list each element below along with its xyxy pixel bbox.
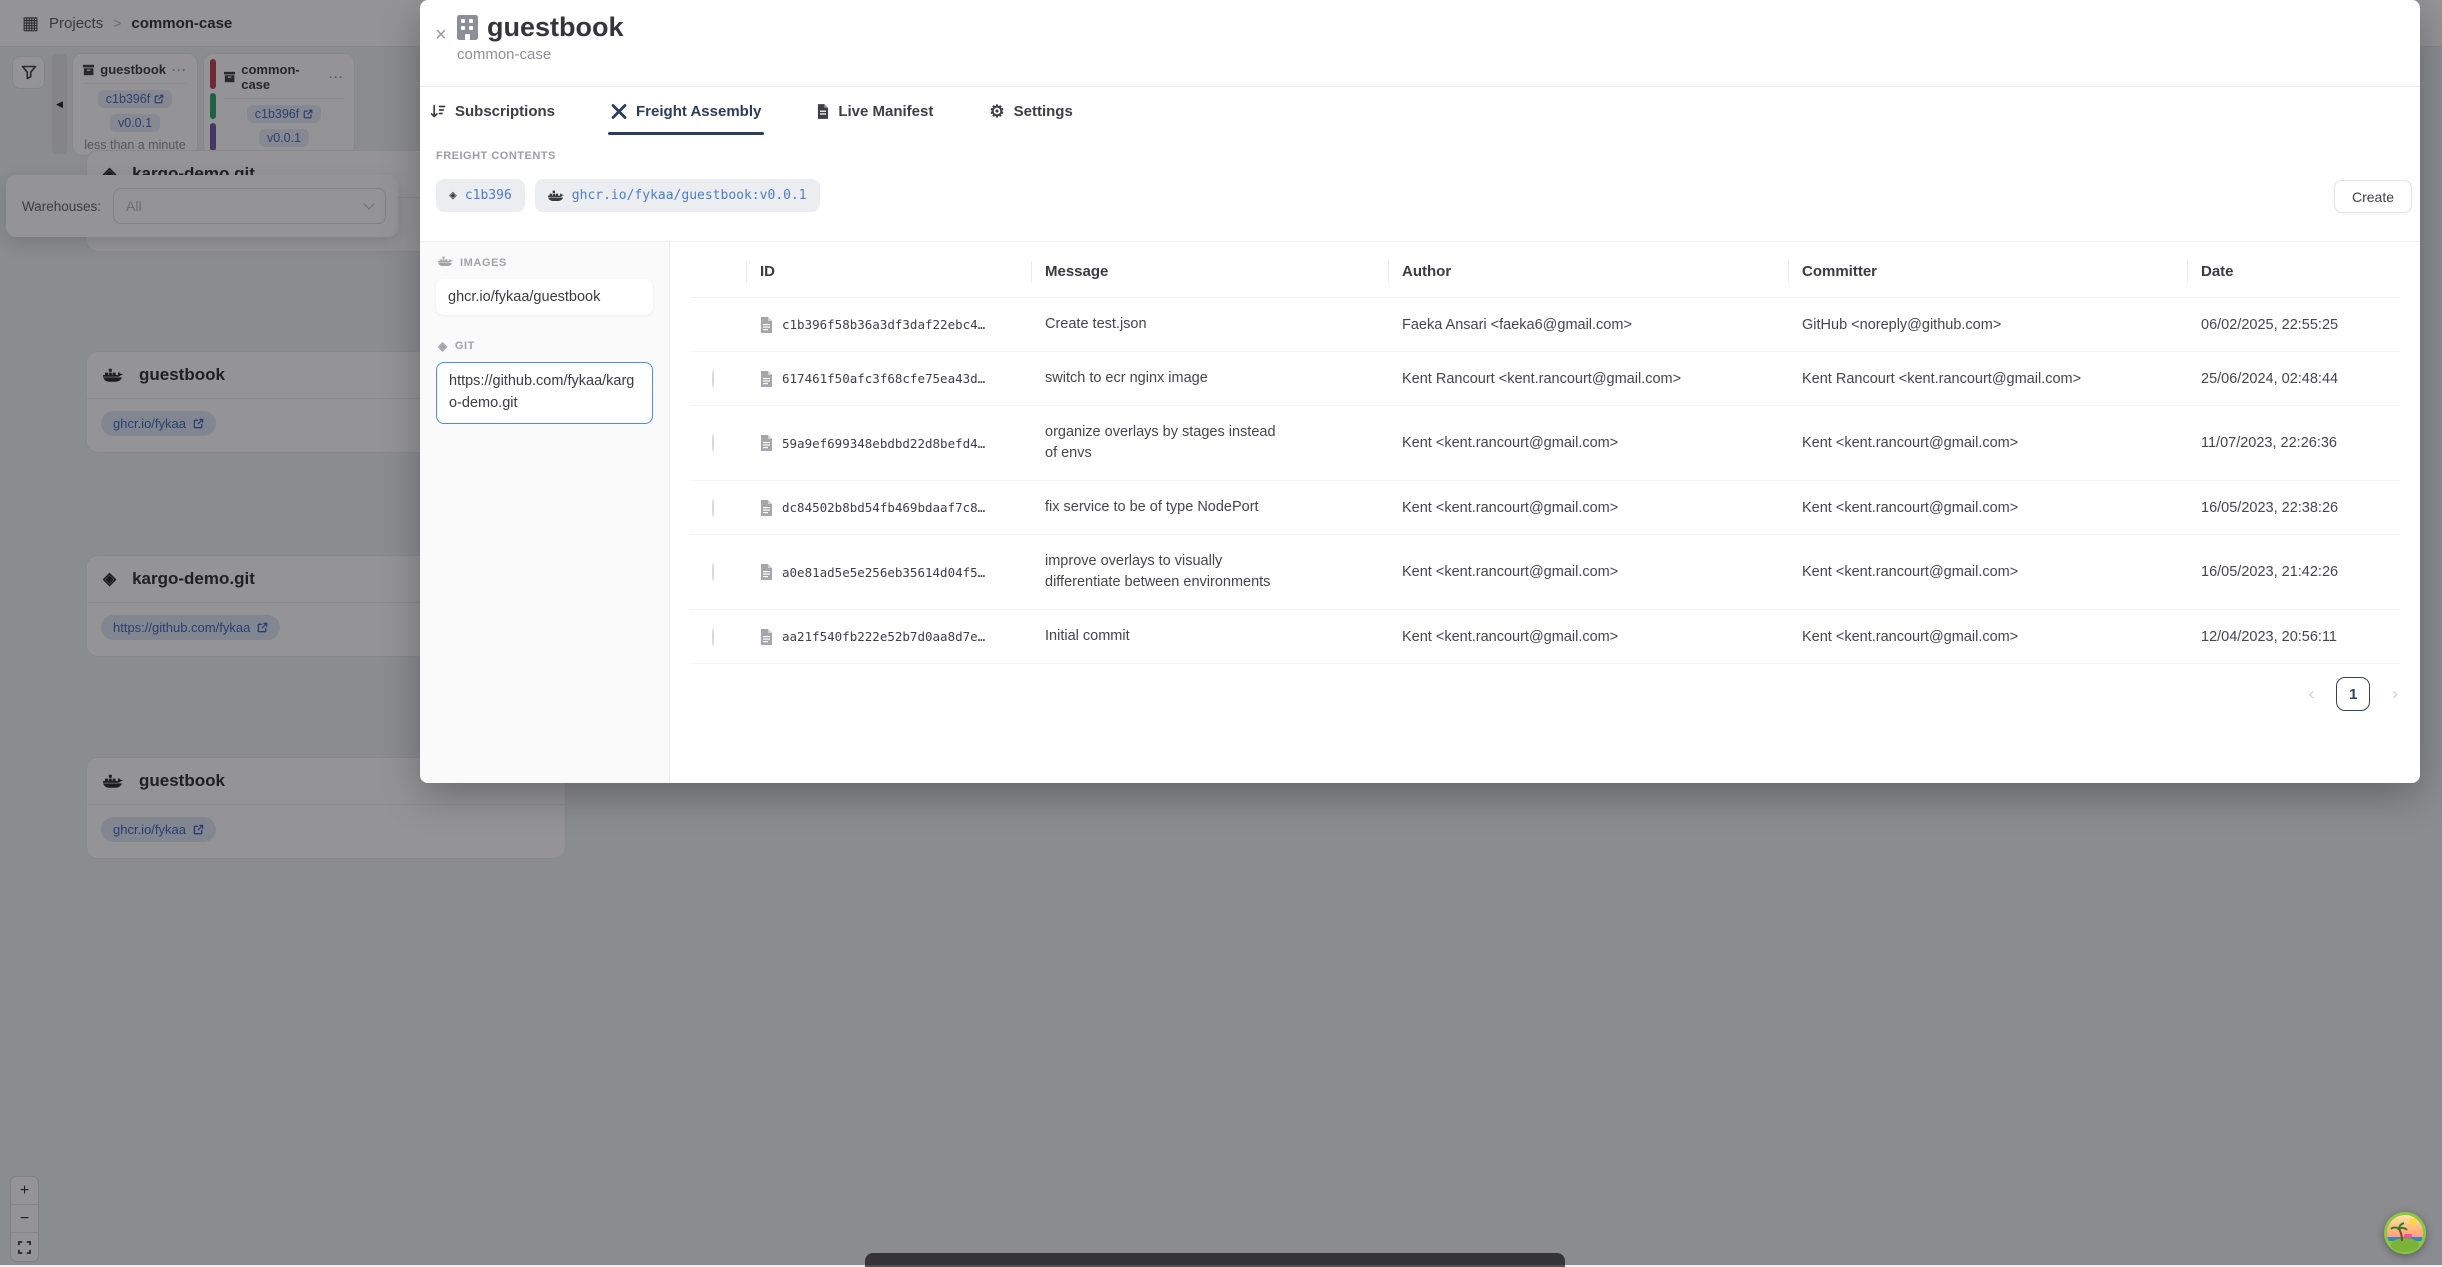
commit-date: 16/05/2023, 21:42:26: [2187, 535, 2400, 610]
commit-date: 06/02/2025, 22:55:25: [2187, 298, 2400, 352]
commit-committer: Kent <kent.rancourt@gmail.com>: [1788, 535, 2187, 610]
commit-message: fix service to be of type NodePort: [1045, 497, 1287, 518]
file-icon: [760, 371, 773, 387]
row-radio[interactable]: [712, 499, 714, 517]
tools-icon: [611, 104, 627, 119]
modal-title: guestbook: [487, 13, 624, 43]
commit-message: switch to ecr nginx image: [1045, 368, 1287, 389]
commit-date: 16/05/2023, 22:38:26: [2187, 481, 2400, 535]
commits-table-area: ID Message Author Committer Date c1b396f…: [670, 242, 2420, 783]
commit-id: 617461f50afc3f68cfe75ea43d…: [782, 371, 985, 386]
git-icon: ◈: [438, 339, 448, 353]
file-icon: [760, 629, 773, 645]
git-source-item-selected[interactable]: https://github.com/fykaa/kargo-demo.git: [436, 362, 653, 424]
commit-row[interactable]: c1b396f58b36a3df3daf22ebc4… Create test.…: [690, 298, 2400, 352]
commit-author: Kent Rancourt <kent.rancourt@gmail.com>: [1388, 352, 1788, 406]
docker-icon: [548, 190, 564, 202]
commit-committer: Kent <kent.rancourt@gmail.com>: [1788, 610, 2187, 664]
freight-assembly-modal: × guestbook common-case Subscriptions Fr…: [420, 0, 2420, 783]
island-badge[interactable]: [2384, 1212, 2426, 1254]
file-icon: [817, 104, 829, 119]
commit-author: Kent <kent.rancourt@gmail.com>: [1388, 481, 1788, 535]
sort-descending-icon: [430, 104, 446, 119]
column-header-message: Message: [1031, 242, 1388, 298]
commit-row[interactable]: aa21f540fb222e52b7d0aa8d7e… Initial comm…: [690, 610, 2400, 664]
column-header-id: ID: [746, 242, 1031, 298]
freight-sources-sidebar: IMAGES ghcr.io/fykaa/guestbook ◈ GIT htt…: [420, 242, 670, 783]
column-header-committer: Committer: [1788, 242, 2187, 298]
commit-id: a0e81ad5e5e256eb35614d04f5…: [782, 565, 985, 580]
images-section-label: IMAGES: [460, 257, 507, 269]
commit-committer: Kent <kent.rancourt@gmail.com>: [1788, 481, 2187, 535]
image-chip[interactable]: ghcr.io/fykaa/guestbook:v0.0.1: [535, 179, 820, 212]
file-icon: [760, 317, 773, 333]
warehouse-building-icon: [457, 15, 478, 40]
island-icon: [2384, 1212, 2426, 1254]
freight-contents-label: FREIGHT CONTENTS: [436, 150, 556, 162]
commits-table: ID Message Author Committer Date c1b396f…: [690, 242, 2400, 664]
commit-date: 25/06/2024, 02:48:44: [2187, 352, 2400, 406]
pagination: ‹ 1 ›: [690, 677, 2400, 711]
close-button[interactable]: ×: [428, 22, 454, 48]
next-page-button[interactable]: ›: [2392, 684, 2398, 704]
commit-message: improve overlays to visually differentia…: [1045, 551, 1287, 593]
commit-committer: GitHub <noreply@github.com>: [1788, 298, 2187, 352]
commit-date: 11/07/2023, 22:26:36: [2187, 406, 2400, 481]
git-icon: ◈: [449, 188, 457, 203]
tab-freight-assembly[interactable]: Freight Assembly: [611, 87, 761, 135]
file-icon: [760, 500, 773, 516]
row-radio[interactable]: [712, 628, 714, 646]
commit-message: organize overlays by stages instead of e…: [1045, 422, 1287, 464]
file-icon: [760, 564, 773, 580]
page-number[interactable]: 1: [2336, 677, 2370, 711]
column-header-author: Author: [1388, 242, 1788, 298]
row-radio[interactable]: [712, 434, 714, 452]
create-button[interactable]: Create: [2334, 180, 2412, 213]
modal-tabs: Subscriptions Freight Assembly Live Mani…: [430, 87, 1073, 135]
modal-subtitle: common-case: [457, 46, 624, 63]
commit-row[interactable]: dc84502b8bd54fb469bdaaf7c8… fix service …: [690, 481, 2400, 535]
commit-author: Kent <kent.rancourt@gmail.com>: [1388, 535, 1788, 610]
commit-chip[interactable]: ◈ c1b396: [436, 179, 525, 212]
commit-id: 59a9ef699348ebdbd22d8befd4…: [782, 436, 985, 451]
image-source-item[interactable]: ghcr.io/fykaa/guestbook: [436, 279, 653, 315]
commit-author: Kent <kent.rancourt@gmail.com>: [1388, 610, 1788, 664]
commit-row[interactable]: 617461f50afc3f68cfe75ea43d… switch to ec…: [690, 352, 2400, 406]
gear-icon: ⚙: [989, 103, 1004, 120]
freight-contents-chips: ◈ c1b396 ghcr.io/fykaa/guestbook:v0.0.1: [436, 179, 820, 212]
tab-live-manifest[interactable]: Live Manifest: [817, 87, 933, 135]
commit-message: Create test.json: [1045, 314, 1287, 335]
commit-row[interactable]: 59a9ef699348ebdbd22d8befd4… organize ove…: [690, 406, 2400, 481]
commit-committer: Kent <kent.rancourt@gmail.com>: [1788, 406, 2187, 481]
select-column-header: [690, 242, 746, 298]
previous-page-button[interactable]: ‹: [2309, 684, 2315, 704]
commit-id: dc84502b8bd54fb469bdaaf7c8…: [782, 500, 985, 515]
commit-committer: Kent Rancourt <kent.rancourt@gmail.com>: [1788, 352, 2187, 406]
commit-message: Initial commit: [1045, 626, 1287, 647]
commit-author: Faeka Ansari <faeka6@gmail.com>: [1388, 298, 1788, 352]
commit-id: c1b396f58b36a3df3daf22ebc4…: [782, 317, 985, 332]
commit-author: Kent <kent.rancourt@gmail.com>: [1388, 406, 1788, 481]
file-icon: [760, 435, 773, 451]
tab-subscriptions[interactable]: Subscriptions: [430, 87, 555, 135]
docker-icon: [438, 256, 453, 270]
commit-id: aa21f540fb222e52b7d0aa8d7e…: [782, 629, 985, 644]
tab-settings[interactable]: ⚙ Settings: [989, 87, 1072, 135]
commit-date: 12/04/2023, 20:56:11: [2187, 610, 2400, 664]
commit-row[interactable]: a0e81ad5e5e256eb35614d04f5… improve over…: [690, 535, 2400, 610]
row-radio[interactable]: [712, 370, 714, 388]
row-radio[interactable]: [712, 563, 714, 581]
git-section-label: GIT: [455, 340, 475, 352]
column-header-date: Date: [2187, 242, 2400, 298]
